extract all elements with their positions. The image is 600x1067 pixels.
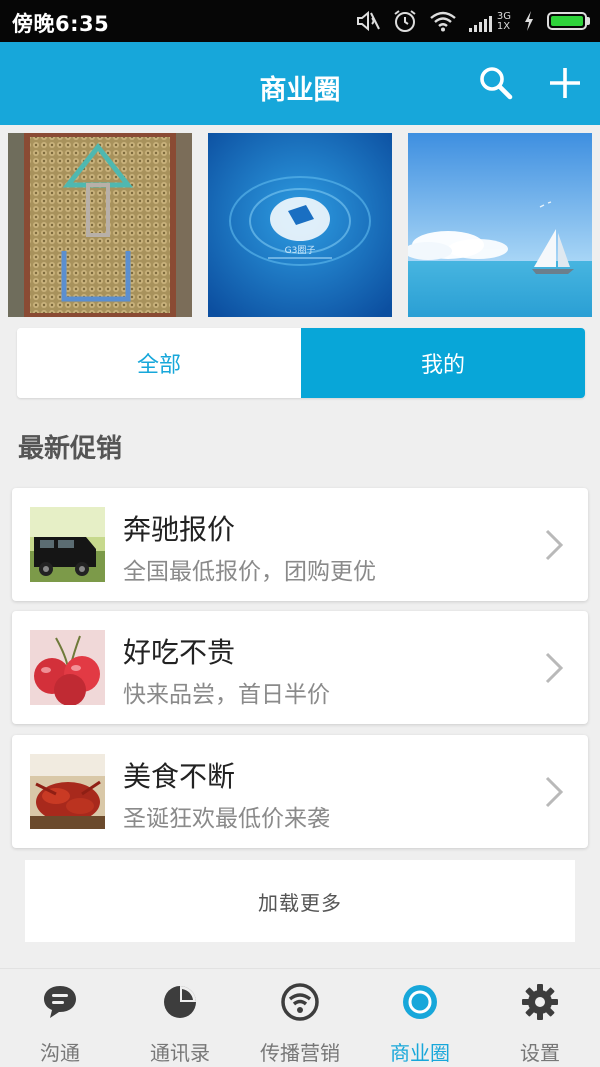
load-more-button[interactable]: 加载更多 — [25, 860, 575, 942]
add-icon — [550, 68, 580, 98]
tab-label: 传播营销 — [260, 1041, 340, 1065]
banner-app-promo[interactable]: G3圈子 — [208, 133, 392, 317]
promo-thumb-cherry — [30, 630, 105, 705]
banner-photo-mosaic[interactable] — [8, 133, 192, 317]
add-button[interactable] — [544, 62, 586, 104]
chat-bubble-icon — [44, 986, 76, 1018]
charging-icon — [525, 11, 533, 31]
app-promo-image: G3圈子 — [208, 133, 392, 317]
segment-all[interactable]: 全部 — [17, 328, 301, 398]
chevron-right-icon — [545, 776, 564, 808]
tab-chat[interactable]: 沟通 — [0, 969, 120, 1067]
lobster-photo — [30, 754, 105, 829]
promo-title: 奔驰报价 — [123, 513, 236, 546]
promo-subtitle: 快来品尝，首日半价 — [123, 682, 330, 708]
search-button[interactable] — [475, 62, 517, 104]
broadcast-icon — [281, 983, 319, 1021]
tab-label: 商业圈 — [390, 1041, 450, 1065]
tab-label: 沟通 — [40, 1041, 80, 1065]
tab-marketing[interactable]: 传播营销 — [240, 969, 360, 1067]
network-subtype: 1X — [496, 21, 511, 32]
app-promo-caption: G3圈子 — [285, 245, 316, 256]
scope-segmented-control: 全部 我的 — [17, 328, 585, 398]
cherry-photo — [30, 630, 105, 705]
chevron-right-icon — [545, 652, 564, 684]
mute-icon — [356, 10, 380, 32]
search-icon — [480, 67, 513, 100]
section-title: 最新促销 — [18, 434, 123, 464]
alarm-icon — [394, 10, 416, 32]
chevron-right-icon — [545, 529, 564, 561]
promo-title: 美食不断 — [123, 760, 236, 793]
promo-item[interactable]: 好吃不贵 快来品尝，首日半价 — [12, 611, 588, 724]
suv-photo — [30, 507, 105, 582]
battery-icon — [547, 12, 590, 30]
banner-sailboat-sky[interactable] — [408, 133, 592, 317]
tab-contacts[interactable]: 通讯录 — [120, 969, 240, 1067]
promo-subtitle: 全国最低报价，团购更优 — [123, 559, 376, 585]
wifi-icon — [430, 11, 456, 32]
sailboat-image — [408, 133, 592, 317]
tab-label: 通讯录 — [150, 1041, 210, 1065]
app-bar: 商业圈 — [0, 42, 600, 125]
tab-business-circle[interactable]: 商业圈 — [360, 969, 480, 1067]
promo-thumb-suv — [30, 507, 105, 582]
mosaic-image — [8, 133, 192, 317]
pie-chart-icon — [164, 986, 196, 1018]
gear-icon — [522, 984, 558, 1020]
status-icons: 3G 1X — [355, 8, 590, 34]
promo-item[interactable]: 奔驰报价 全国最低报价，团购更优 — [12, 488, 588, 601]
status-time: 傍晚6:35 — [12, 12, 110, 36]
bottom-tab-bar: 沟通 通讯录 传播营销 商业圈 设置 — [0, 968, 600, 1067]
signal-icon: 3G 1X — [468, 10, 511, 32]
promo-subtitle: 圣诞狂欢最低价来袭 — [123, 806, 330, 832]
segment-mine[interactable]: 我的 — [301, 328, 585, 398]
status-bar: 傍晚6:35 3G 1X — [0, 0, 600, 42]
promo-thumb-lobster — [30, 754, 105, 829]
business-circle-icon — [403, 985, 437, 1019]
tab-label: 设置 — [520, 1041, 560, 1065]
promo-item[interactable]: 美食不断 圣诞狂欢最低价来袭 — [12, 735, 588, 848]
tab-settings[interactable]: 设置 — [480, 969, 600, 1067]
promo-title: 好吃不贵 — [123, 636, 236, 669]
